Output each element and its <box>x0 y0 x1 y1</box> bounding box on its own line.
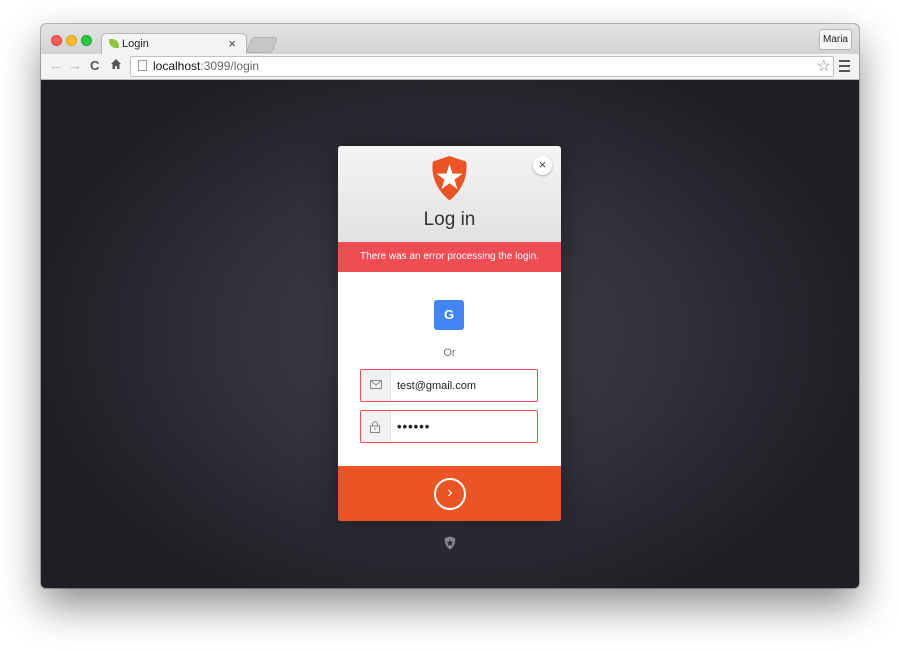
back-arrow-icon[interactable]: ← <box>49 57 63 73</box>
tab-title: Login <box>122 38 149 50</box>
reload-icon[interactable]: C <box>90 58 99 73</box>
email-field <box>360 369 538 402</box>
password-input[interactable] <box>397 411 531 442</box>
page-viewport: × Log in There was an error processing t… <box>41 80 859 588</box>
arrow-right-icon: › <box>434 478 466 510</box>
email-input[interactable] <box>397 370 531 401</box>
browser-toolbar: ← → C localhost:3099/login ☆ <box>41 54 859 80</box>
tab-login[interactable]: Login × <box>101 33 247 55</box>
error-banner: There was an error processing the login. <box>338 242 561 272</box>
close-icon[interactable]: × <box>533 156 552 175</box>
url-text: localhost:3099/login <box>153 59 259 73</box>
forward-arrow-icon[interactable]: → <box>68 57 82 73</box>
tab-close-icon[interactable]: × <box>228 36 236 51</box>
login-card: × Log in There was an error processing t… <box>338 146 561 521</box>
maximize-window-button[interactable] <box>81 35 92 46</box>
auth0-logo <box>432 156 467 201</box>
login-title: Log in <box>423 209 476 230</box>
google-login-button[interactable]: G <box>434 300 464 330</box>
url-host: localhost <box>153 59 201 73</box>
home-icon[interactable] <box>110 58 122 73</box>
leaf-favicon-icon <box>109 39 119 48</box>
close-window-button[interactable] <box>51 35 62 46</box>
minimize-window-button[interactable] <box>66 35 77 46</box>
page-icon <box>138 60 147 71</box>
url-path: :3099/login <box>200 59 260 73</box>
menu-icon[interactable] <box>839 60 850 75</box>
submit-button[interactable]: › <box>338 466 561 521</box>
login-header: × Log in <box>338 146 561 242</box>
browser-window: Login × Maria ← → C localhost:3099/login… <box>41 24 859 588</box>
envelope-icon <box>361 370 391 401</box>
tab-strip: Login × Maria <box>41 24 859 55</box>
lock-icon <box>361 411 391 442</box>
profile-button[interactable]: Maria <box>819 29 852 50</box>
or-divider: Or <box>443 347 456 359</box>
bookmark-star-icon[interactable]: ☆ <box>817 56 831 76</box>
address-bar[interactable]: localhost:3099/login ☆ <box>130 56 834 77</box>
password-field <box>360 410 538 443</box>
auth0-badge-icon[interactable] <box>444 536 456 550</box>
new-tab-button[interactable] <box>246 37 278 53</box>
